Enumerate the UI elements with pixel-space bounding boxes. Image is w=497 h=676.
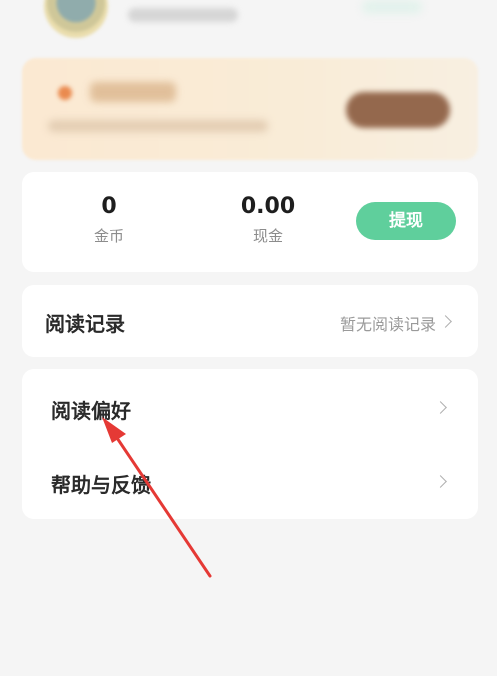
- cash-stat[interactable]: 0.00 现金: [208, 192, 328, 246]
- cash-value: 0.00: [240, 194, 296, 219]
- avatar[interactable]: [44, 0, 108, 38]
- vip-subtitle-blurred: [48, 120, 268, 132]
- settings-menu: 阅读偏好 帮助与反馈: [22, 369, 478, 519]
- withdraw-button[interactable]: 提现: [356, 202, 456, 240]
- balance-card: 0 金币 0.00 现金 提现: [22, 172, 478, 272]
- reading-record-value: 暂无阅读记录: [339, 315, 436, 334]
- chevron-right-icon: [434, 475, 447, 488]
- menu-item-help-feedback[interactable]: 帮助与反馈: [22, 445, 478, 517]
- coins-stat[interactable]: 0 金币: [49, 192, 169, 246]
- coins-value: 0: [101, 194, 117, 219]
- username-blurred: [128, 8, 238, 22]
- menu-item-label: 阅读偏好: [51, 399, 131, 423]
- chevron-right-icon: [434, 401, 447, 414]
- reading-record-row[interactable]: 阅读记录 暂无阅读记录: [22, 285, 478, 357]
- vip-title-blurred: [90, 82, 176, 102]
- menu-item-label: 帮助与反馈: [51, 473, 151, 497]
- reading-record-title: 阅读记录: [45, 312, 125, 336]
- header-badge-blurred: [362, 0, 422, 14]
- coins-label: 金币: [93, 227, 124, 245]
- vip-icon: [58, 86, 72, 100]
- vip-action-button[interactable]: [346, 92, 450, 128]
- cash-label: 现金: [252, 227, 283, 245]
- chevron-right-icon: [439, 315, 452, 328]
- menu-item-reading-preference[interactable]: 阅读偏好: [22, 371, 478, 443]
- profile-header[interactable]: [0, 0, 497, 50]
